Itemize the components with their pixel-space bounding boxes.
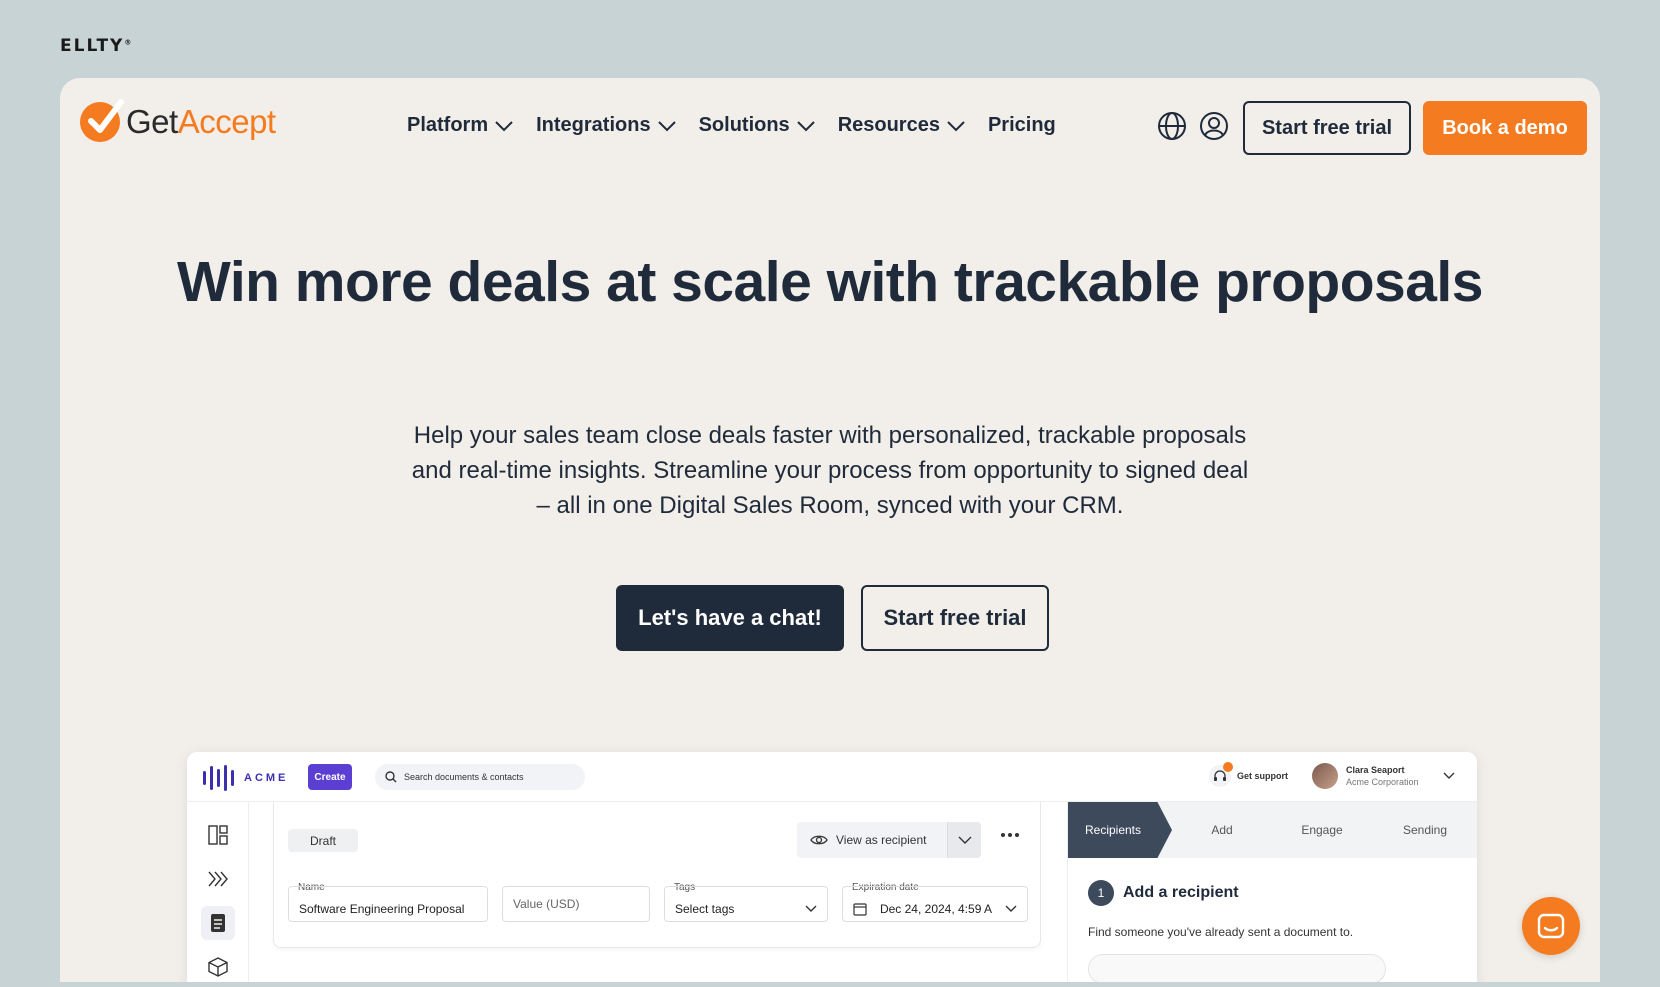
more-options-icon[interactable] (1000, 832, 1020, 838)
support-label: Get support (1237, 771, 1288, 781)
ellty-brand: ELLTY (60, 36, 125, 56)
tab-sending[interactable]: Sending (1372, 802, 1477, 858)
app-topbar: ACME Create Search documents & contacts … (187, 752, 1477, 802)
value-field[interactable]: Value (USD) (502, 886, 650, 922)
document-card: Draft View as recipient Name Software En… (273, 802, 1041, 948)
calendar-icon (853, 903, 867, 916)
tab-add[interactable]: Add (1172, 802, 1272, 858)
create-button[interactable]: Create (308, 764, 352, 790)
headset-icon (1209, 762, 1233, 787)
nav-platform-label: Platform (407, 114, 489, 136)
document-icon (211, 914, 225, 932)
eye-icon (810, 835, 828, 845)
box-icon (208, 957, 228, 977)
ellty-registered-mark: ® (124, 38, 132, 47)
tab-engage-label: Engage (1301, 823, 1343, 837)
tab-engage[interactable]: Engage (1272, 802, 1372, 858)
chevron-down-icon (947, 120, 965, 131)
tags-select[interactable]: Select tags (664, 886, 828, 922)
hero-title: Win more deals at scale with trackable p… (177, 250, 1483, 314)
nav-resources[interactable]: Resources (838, 114, 966, 137)
step-title: Add a recipient (1123, 884, 1239, 901)
lets-chat-button[interactable]: Let's have a chat! (616, 585, 844, 651)
logo-accept: Accept (177, 103, 276, 140)
profile-company: Acme Corporation (1346, 777, 1419, 787)
view-options-toggle[interactable] (947, 822, 981, 858)
getaccept-logo[interactable]: GetAccept (80, 99, 276, 142)
chevron-down-icon (1443, 772, 1455, 779)
nav-solutions[interactable]: Solutions (699, 114, 816, 137)
chat-widget-button[interactable] (1522, 897, 1580, 955)
tab-recipients[interactable]: Recipients (1068, 802, 1172, 858)
profile-name: Clara Seaport (1346, 765, 1405, 775)
chat-icon (1537, 913, 1565, 939)
tab-add-label: Add (1211, 823, 1233, 837)
sidebar-pipeline[interactable] (201, 862, 235, 896)
nav-solutions-label: Solutions (698, 114, 790, 136)
sidebar-documents[interactable] (201, 906, 235, 940)
nav-pricing-label: Pricing (987, 114, 1056, 136)
name-value: Software Engineering Proposal (299, 902, 465, 916)
search-placeholder: Search documents & contacts (404, 772, 524, 782)
sidebar-dashboard[interactable] (201, 818, 235, 852)
step-number: 1 (1088, 880, 1114, 906)
avatar (1312, 763, 1338, 789)
check-logo-icon (80, 99, 124, 142)
dashboard-icon (208, 825, 228, 845)
sidebar-products[interactable] (201, 950, 235, 982)
nav-platform[interactable]: Platform (407, 114, 514, 137)
view-as-recipient-label: View as recipient (836, 833, 927, 847)
logo-text: GetAccept (126, 103, 276, 141)
step-description: Find someone you've already sent a docum… (1088, 925, 1354, 939)
chevron-down-icon (657, 120, 676, 131)
app-sidebar (187, 802, 249, 982)
view-as-recipient-button[interactable]: View as recipient (797, 822, 981, 858)
support-badge (1223, 762, 1233, 772)
book-demo-button[interactable]: Book a demo (1423, 101, 1587, 155)
value-placeholder: Value (USD) (513, 897, 580, 911)
acme-logo: ACME (203, 765, 288, 791)
globe-icon[interactable] (1156, 110, 1188, 142)
browser-frame: GetAccept Platform Integrations Solution… (60, 78, 1600, 982)
acme-brand: ACME (244, 772, 289, 784)
pipeline-icon (208, 871, 228, 887)
tab-sending-label: Sending (1402, 823, 1448, 837)
nav-integrations-label: Integrations (536, 114, 651, 136)
nav-integrations[interactable]: Integrations (536, 114, 676, 137)
app-search-input[interactable]: Search documents & contacts (375, 764, 585, 790)
user-icon[interactable] (1198, 110, 1230, 142)
search-icon (385, 771, 397, 783)
view-as-recipient-main[interactable]: View as recipient (797, 822, 947, 858)
step-tabs: Recipients Add Engage Sending (1068, 802, 1477, 858)
nav-pricing[interactable]: Pricing (988, 114, 1056, 137)
acme-bars-icon (203, 765, 234, 791)
ellty-watermark: ELLTY® (60, 36, 131, 56)
tags-value: Select tags (675, 902, 735, 916)
chevron-down-icon (1005, 905, 1017, 912)
expiration-field[interactable]: Dec 24, 2024, 4:59 A (842, 886, 1028, 922)
name-field[interactable]: Software Engineering Proposal (288, 886, 488, 922)
nav-resources-label: Resources (837, 114, 940, 136)
profile-menu[interactable]: Clara Seaport Acme Corporation (1312, 763, 1455, 789)
expiration-value: Dec 24, 2024, 4:59 A (879, 902, 993, 916)
main-nav: Platform Integrations Solutions Resource… (407, 114, 1056, 137)
chevron-down-icon (805, 905, 817, 912)
start-free-trial-button[interactable]: Start free trial (1243, 101, 1411, 155)
recipients-panel: Recipients Add Engage Sending 1 Add a re… (1067, 802, 1477, 982)
chevron-down-icon (958, 836, 971, 844)
chevron-down-icon (796, 120, 815, 131)
status-badge: Draft (288, 829, 358, 852)
find-recipient-input[interactable] (1088, 954, 1386, 982)
hero-start-trial-button[interactable]: Start free trial (861, 585, 1049, 651)
get-support-button[interactable]: Get support (1209, 762, 1288, 787)
hero-subtitle: Help your sales team close deals faster … (411, 422, 1249, 519)
logo-get: Get (126, 103, 178, 140)
app-preview: ACME Create Search documents & contacts … (187, 752, 1477, 982)
chevron-down-icon (495, 120, 513, 131)
tab-recipients-label: Recipients (1084, 823, 1142, 837)
